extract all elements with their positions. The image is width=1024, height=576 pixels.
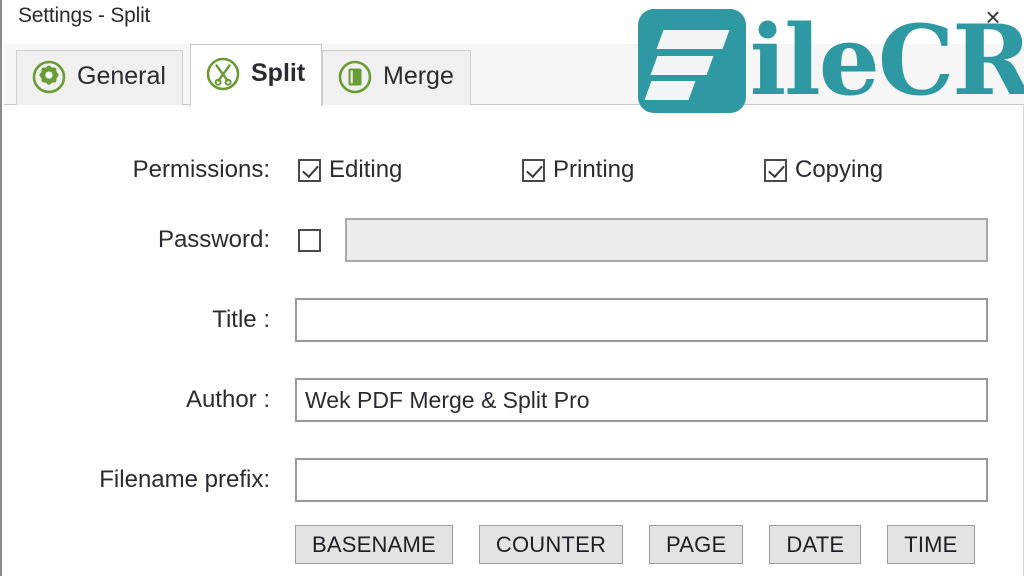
scissors-icon [206, 57, 240, 90]
checkbox-copying-label: Copying [795, 156, 884, 183]
document-page-icon [338, 60, 372, 93]
filename-prefix-input[interactable] [295, 458, 988, 502]
author-row: Author : [4, 377, 1024, 423]
date-token-button[interactable]: DATE [769, 525, 862, 564]
author-input[interactable] [295, 378, 988, 422]
password-label: Password: [157, 226, 270, 253]
checkbox-password-box[interactable] [298, 228, 321, 252]
checkbox-password-enable[interactable] [298, 228, 321, 252]
basename-token-button[interactable]: BASENAME [295, 525, 453, 564]
permissions-row: Permissions: Editing Printing Copying [4, 147, 1024, 193]
title-row: Title : [4, 297, 1024, 343]
title-bar: Settings - Split × [2, 0, 1024, 40]
checkbox-printing[interactable]: Printing [522, 156, 634, 184]
token-buttons-row: BASENAME COUNTER PAGE DATE TIME [4, 523, 1024, 569]
tab-split-label: Split [251, 59, 306, 87]
window-title: Settings - Split [18, 4, 151, 27]
gear-target-icon [32, 60, 66, 93]
title-input[interactable] [295, 298, 988, 342]
tab-general-label: General [77, 62, 166, 90]
settings-window: Settings - Split × General Split Merge P… [0, 0, 1024, 576]
checkbox-copying-box[interactable] [764, 158, 787, 182]
title-label: Title : [212, 306, 270, 333]
tab-general[interactable]: General [16, 50, 183, 106]
tab-strip: General Split Merge [4, 44, 1024, 106]
close-icon[interactable]: × [970, 0, 1016, 34]
checkbox-editing-box[interactable] [298, 158, 321, 182]
checkbox-copying[interactable]: Copying [764, 156, 883, 184]
password-row: Password: [4, 217, 1024, 263]
split-settings-panel: Permissions: Editing Printing Copying Pa… [4, 105, 1024, 576]
checkbox-editing[interactable]: Editing [298, 156, 402, 184]
password-input[interactable] [345, 218, 988, 262]
page-token-button[interactable]: PAGE [649, 525, 744, 564]
author-label: Author : [185, 386, 270, 413]
checkbox-editing-label: Editing [329, 156, 403, 183]
token-buttons: BASENAME COUNTER PAGE DATE TIME [295, 525, 975, 564]
counter-token-button[interactable]: COUNTER [478, 525, 624, 564]
tab-split[interactable]: Split [190, 44, 323, 106]
filename-prefix-row: Filename prefix: [4, 457, 1024, 503]
tab-merge-label: Merge [383, 62, 454, 90]
tab-merge[interactable]: Merge [322, 50, 471, 106]
filename-prefix-label: Filename prefix: [99, 466, 270, 493]
time-token-button[interactable]: TIME [887, 525, 975, 564]
checkbox-printing-box[interactable] [522, 158, 545, 182]
checkbox-printing-label: Printing [553, 156, 635, 183]
permissions-label: Permissions: [132, 156, 270, 183]
